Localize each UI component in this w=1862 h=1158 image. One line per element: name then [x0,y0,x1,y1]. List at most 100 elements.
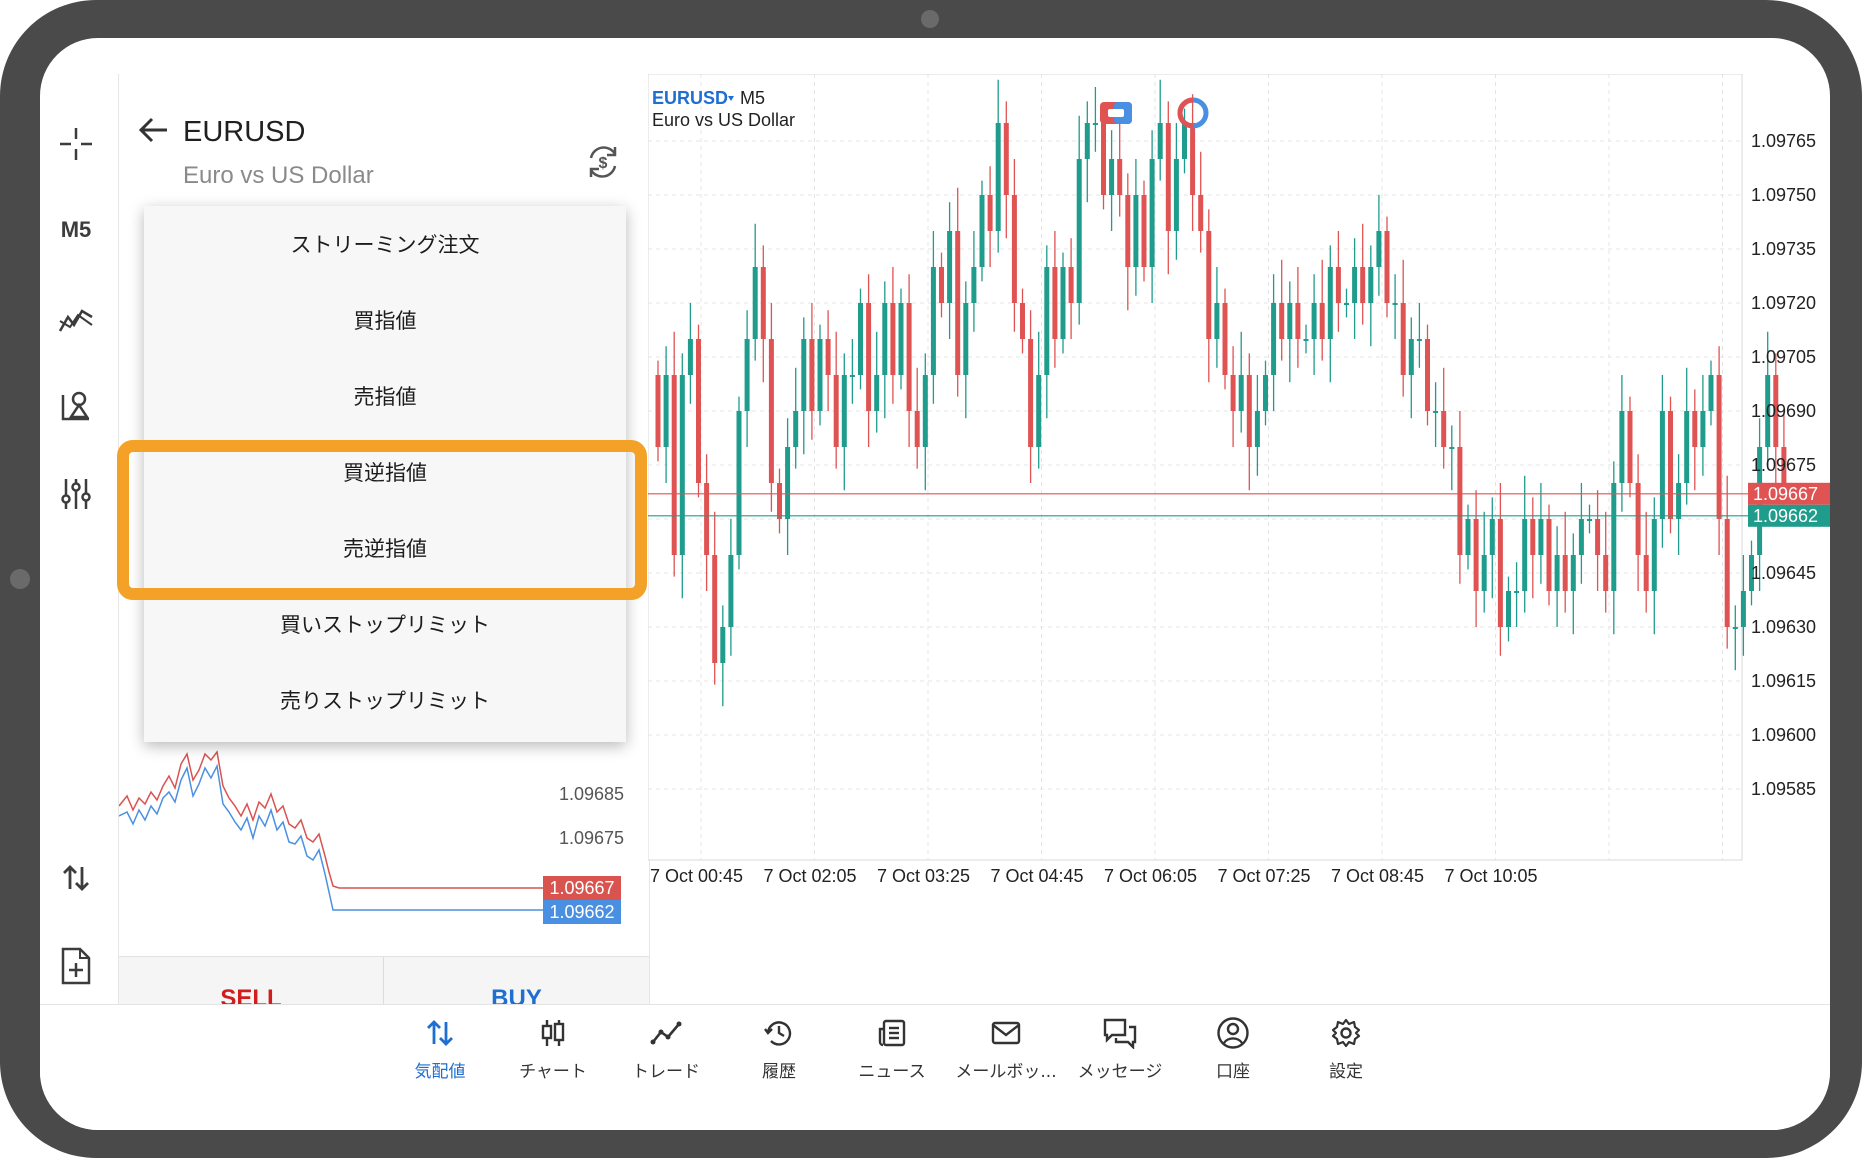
candle-body [1254,411,1260,447]
candle-body [1619,411,1625,483]
candle-body [1692,411,1698,447]
candle-body [1344,303,1349,305]
menu-item-sell-limit[interactable]: 売指値 [144,358,626,434]
time-axis-label: 7 Oct 06:05 [1104,866,1197,886]
candle-body [1514,591,1520,593]
candle-body [1392,303,1398,305]
menu-item-buy-limit[interactable]: 買指値 [144,282,626,358]
objects-icon[interactable] [48,382,104,430]
candle-body [1587,519,1592,521]
candle-body [1311,303,1317,339]
highlight-frame [117,440,647,600]
candle-body [849,375,855,377]
ask-price-badge: 1.09667 [543,876,621,900]
nav-item-trade[interactable]: トレード [611,1015,721,1095]
candle-body [939,267,944,303]
nav-item-news[interactable]: ニュース [837,1015,947,1095]
ask-badge-label: 1.09667 [1753,484,1818,504]
account-icon [1216,1015,1250,1051]
candle-body [833,375,839,447]
candle-body [1400,303,1406,375]
candle-body [1117,159,1123,195]
nav-label: メッセージ [1077,1062,1163,1082]
candle-body [760,267,766,339]
menu-item-streaming-order[interactable]: ストリーミング注文 [144,206,626,282]
candle-body [1360,267,1366,303]
camera-icon [921,10,939,28]
candle-body [768,339,774,483]
candle-body [1352,267,1358,303]
symbol-description: Euro vs US Dollar [183,162,374,189]
candle-body [1368,267,1374,303]
candle-body [1546,519,1552,591]
candle-body [655,375,661,447]
candle-body [825,339,831,375]
candle-body [777,483,782,519]
nav-item-settings[interactable]: 設定 [1291,1015,1401,1095]
candle-body [696,339,701,483]
candle-body [1076,159,1082,303]
back-arrow-icon[interactable] [138,114,169,154]
candle-body [1141,195,1147,267]
candle-body [679,375,685,555]
bottom-navigation: 気配値 チャート トレード 履歴 ニュース メールボッ... メッセージ 口座 設定 [40,1004,1830,1130]
candle-body [1214,303,1220,339]
candle-body [971,267,977,303]
candlestick-chart[interactable]: 1.09765 1.09750 1.09735 1.09720 1.09705 1.096… [648,74,1830,1004]
candle-body [1068,267,1074,303]
candle-body [663,375,669,447]
candle-body [801,339,807,411]
change-symbol-icon[interactable]: $ [585,144,621,184]
candle-body [1481,555,1487,591]
nav-item-mail[interactable]: メールボッ... [951,1015,1061,1095]
crosshair-icon[interactable] [48,120,104,168]
nav-item-account[interactable]: 口座 [1178,1015,1288,1095]
candle-body [793,411,799,447]
nav-item-messages[interactable]: メッセージ [1065,1015,1175,1095]
timeframe-button[interactable]: M5 [48,206,104,254]
candle-body [1020,303,1025,339]
nav-item-chart[interactable]: チャート [498,1015,608,1095]
settings-sliders-icon[interactable] [48,470,104,518]
candle-body [890,303,896,375]
chart-icon [538,1015,568,1051]
candle-body [995,123,1001,231]
candle-body [1287,303,1293,339]
indicators-icon[interactable] [48,296,104,344]
nav-item-quotes[interactable]: 気配値 [385,1015,495,1095]
price-axis-label: 1.09585 [1751,779,1816,799]
bid-badge-label: 1.09662 [1753,506,1818,526]
candle-body [1433,411,1439,413]
candle-body [1198,195,1204,231]
new-document-icon[interactable] [48,942,104,990]
candle-body [1700,411,1706,447]
candle-body [1238,375,1244,411]
candle-body [1165,123,1171,231]
one-click-trade-icon-center [1108,109,1124,117]
candle-body [1206,231,1212,339]
candle-body [1562,555,1568,591]
left-toolbar: M5 [40,38,118,1004]
price-axis-label: 1.09750 [1751,185,1816,205]
candle-body [1724,519,1730,627]
candle-body [1473,519,1479,591]
candle-body [955,231,961,375]
candle-body [728,555,734,627]
quotes-icon [425,1015,455,1051]
price-axis-label: 1.09720 [1751,293,1816,313]
menu-item-sell-stop-limit[interactable]: 売りストップリミット [144,662,626,738]
candle-body [687,339,693,375]
candle-body [1457,447,1463,555]
nav-item-history[interactable]: 履歴 [724,1015,834,1095]
candle-body [1522,519,1528,591]
candle-body [1190,123,1196,195]
nav-label: ニュース [858,1062,926,1082]
sort-arrows-icon[interactable] [48,854,104,902]
time-axis-label: 7 Oct 04:45 [991,866,1084,886]
candle-body [1036,375,1042,447]
price-axis-label: 1.09630 [1751,617,1816,637]
candle-body [1109,159,1115,195]
candle-body [963,303,969,375]
candle-body [1611,483,1617,591]
candle-body [1643,555,1649,591]
